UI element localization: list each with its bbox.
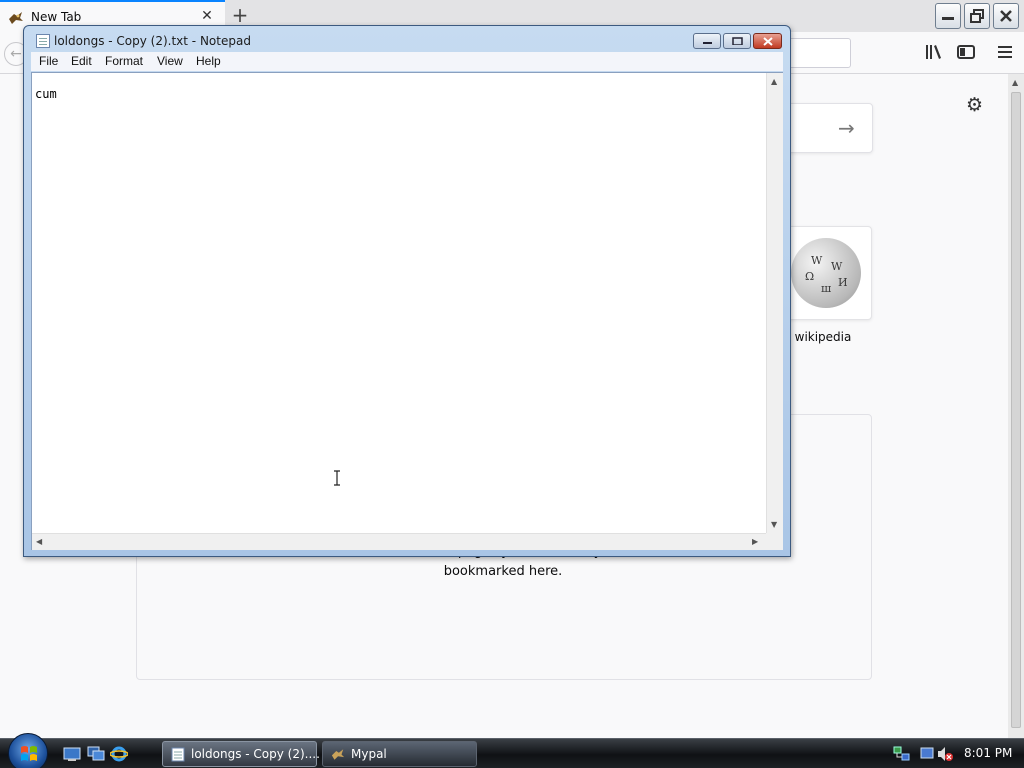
minimize-icon — [942, 17, 954, 20]
scroll-right-arrow-icon[interactable]: ▶ — [752, 537, 758, 546]
library-icon[interactable] — [925, 44, 943, 60]
top-site-label[interactable]: wikipedia — [782, 330, 864, 344]
mypal-icon — [9, 12, 23, 24]
scroll-up-arrow-icon[interactable]: ▲ — [1012, 78, 1018, 87]
close-tab-icon[interactable]: ✕ — [200, 9, 214, 23]
search-go-icon[interactable]: → — [838, 116, 855, 140]
windows-start-icon — [21, 746, 37, 761]
volume-muted-icon[interactable] — [920, 745, 956, 763]
tab-label: New Tab — [31, 10, 82, 24]
menu-help[interactable]: Help — [196, 54, 221, 68]
scroll-down-arrow-icon[interactable]: ▼ — [771, 520, 777, 529]
close-icon — [1000, 10, 1012, 22]
text-cursor-icon — [334, 470, 340, 486]
system-clock[interactable]: 8:01 PM — [964, 746, 1012, 760]
search-box[interactable] — [780, 103, 873, 153]
menu-edit[interactable]: Edit — [71, 54, 92, 68]
taskbar-button-label: Mypal — [351, 747, 387, 761]
sidebar-icon[interactable] — [957, 44, 975, 60]
maximize-icon — [732, 37, 743, 45]
new-tab-button[interactable]: + — [230, 5, 250, 25]
taskbar-button-label: loldongs - Copy (2).... — [191, 747, 320, 761]
show-desktop-icon[interactable] — [63, 746, 81, 762]
menu-view[interactable]: View — [157, 54, 183, 68]
horizontal-scrollbar[interactable]: ◀ ▶ — [32, 533, 766, 550]
taskbar-button-mypal[interactable]: Mypal — [322, 741, 477, 767]
minimize-icon — [703, 42, 712, 44]
internet-explorer-icon[interactable] — [110, 746, 128, 762]
notepad-maximize-button[interactable] — [723, 33, 751, 49]
network-icon[interactable] — [893, 745, 911, 763]
vertical-scrollbar[interactable]: ▲ ▼ — [766, 73, 783, 533]
notepad-icon — [171, 747, 185, 762]
wikipedia-globe-icon: W W Ω И ш — [791, 238, 861, 308]
mypal-icon — [331, 749, 345, 760]
browser-minimize-button[interactable] — [935, 3, 961, 29]
browser-scrollbar[interactable]: ▲ — [1008, 74, 1024, 738]
menu-icon[interactable] — [997, 44, 1013, 60]
close-icon — [763, 37, 773, 46]
menu-bar: File Edit Format View Help — [31, 52, 783, 71]
scroll-up-arrow-icon[interactable]: ▲ — [771, 77, 777, 86]
notepad-close-button[interactable] — [753, 33, 782, 49]
notepad-window[interactable]: loldongs - Copy (2).txt - Notepad File E… — [23, 25, 791, 557]
switch-windows-icon[interactable] — [87, 746, 105, 762]
taskbar: loldongs - Copy (2).... Mypal 8:01 PM — [0, 733, 1024, 768]
browser-close-button[interactable] — [993, 3, 1019, 29]
taskbar-button-notepad[interactable]: loldongs - Copy (2).... — [162, 741, 320, 767]
scroll-left-arrow-icon[interactable]: ◀ — [36, 537, 42, 546]
notepad-icon — [36, 34, 50, 48]
document-text[interactable]: cum — [35, 87, 57, 101]
restore-icon — [970, 9, 984, 23]
menu-format[interactable]: Format — [105, 54, 143, 68]
notepad-minimize-button[interactable] — [693, 33, 721, 49]
gear-icon[interactable]: ⚙ — [966, 94, 983, 116]
scrollbar-thumb[interactable] — [1011, 92, 1021, 728]
browser-restore-button[interactable] — [964, 3, 990, 29]
menu-file[interactable]: File — [39, 54, 58, 68]
window-title: loldongs - Copy (2).txt - Notepad — [54, 34, 251, 48]
start-button[interactable] — [8, 733, 48, 768]
resize-grip[interactable] — [766, 533, 783, 550]
text-editor-area[interactable]: cum ▲ ▼ ◀ ▶ — [31, 72, 783, 550]
